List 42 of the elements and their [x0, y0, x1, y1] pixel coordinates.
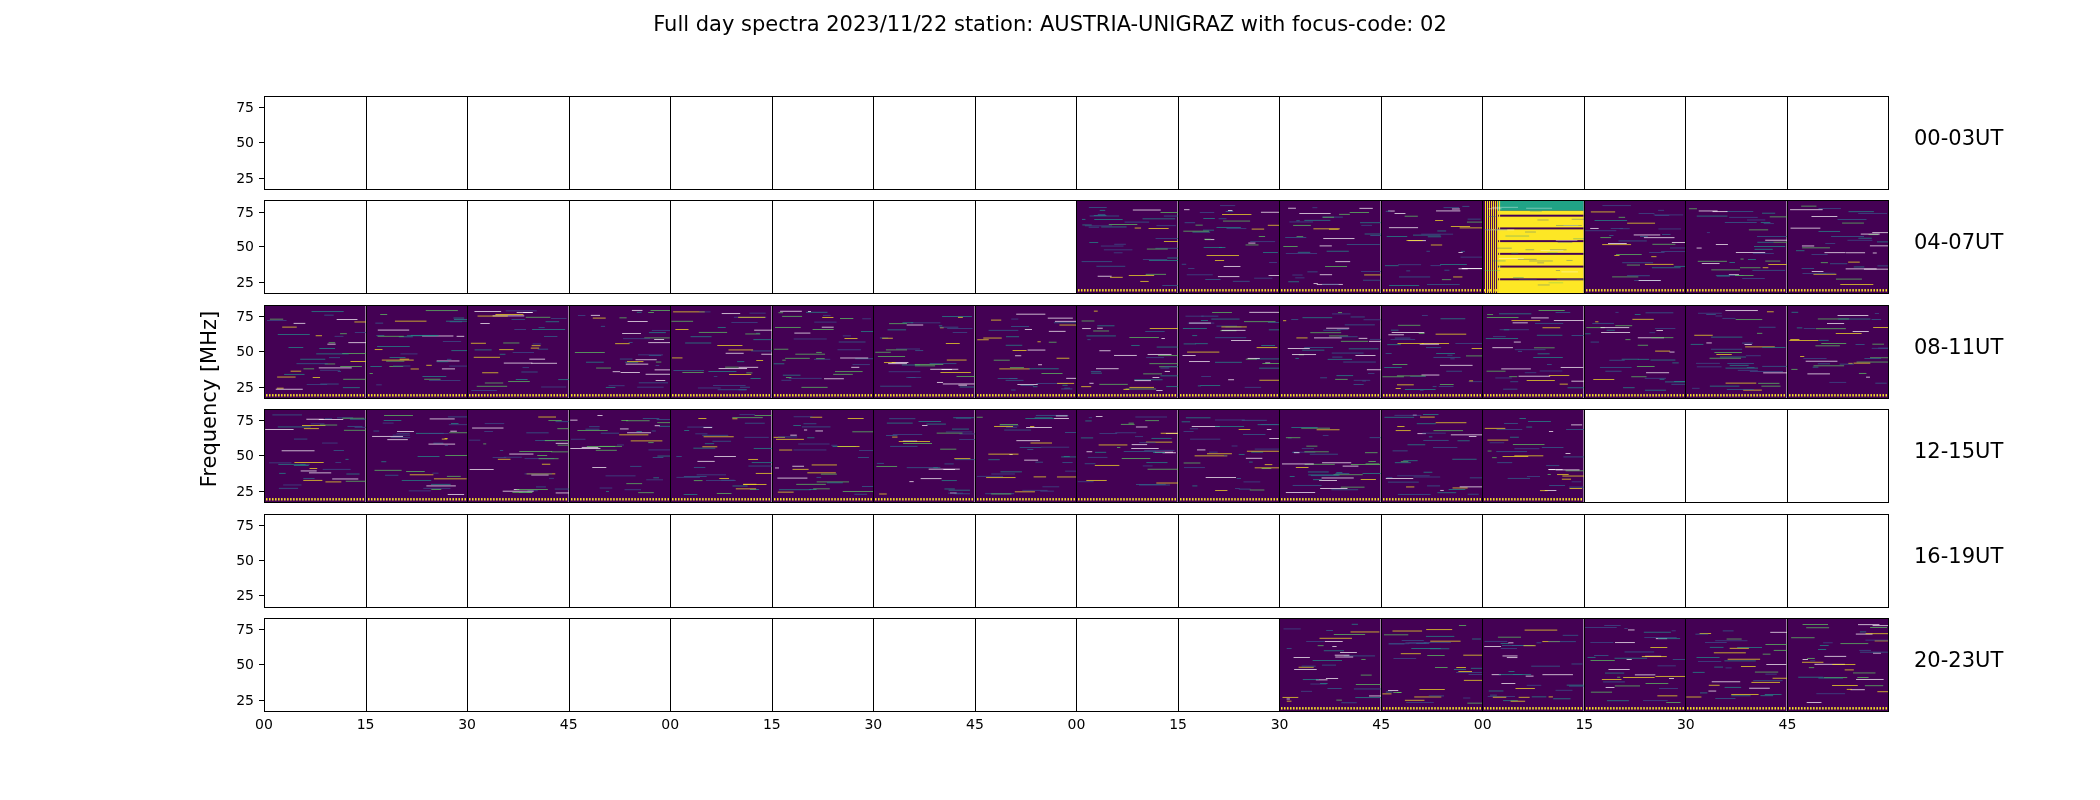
tick-label: 45 — [1778, 715, 1797, 732]
tick-label: 50 — [236, 135, 254, 150]
tick-label: 25 — [236, 483, 254, 498]
tick-label: 45 — [559, 715, 578, 732]
tick-label: 30 — [1270, 715, 1289, 732]
tick-label: 25 — [236, 170, 254, 185]
tick-label: 75 — [236, 517, 254, 532]
tick-label: 00 — [1067, 715, 1086, 732]
tick-label: 75 — [236, 622, 254, 637]
tick-label: 30 — [458, 715, 477, 732]
row-label: 00-03UT — [1914, 126, 2004, 150]
tick-label: 50 — [236, 552, 254, 567]
row-label: 20-23UT — [1914, 647, 2004, 672]
tick-label: 75 — [236, 413, 254, 428]
row-label: 04-07UT — [1914, 230, 2004, 255]
tick-label: 45 — [1372, 715, 1391, 732]
tick-label: 30 — [1676, 715, 1695, 732]
row-label: 08-11UT — [1914, 334, 2004, 359]
tick-label: 50 — [236, 343, 254, 358]
tick-label: 15 — [356, 715, 375, 732]
tick-label: 15 — [762, 715, 781, 732]
row-label: 12-15UT — [1914, 439, 2004, 464]
tick-label: 25 — [236, 588, 254, 603]
tick-label: 50 — [236, 657, 254, 671]
tick-label: 45 — [966, 715, 984, 732]
tick-label: 15 — [1575, 715, 1594, 732]
tick-label: 25 — [236, 275, 254, 290]
tick-label: 00 — [1473, 715, 1492, 732]
axis-label: Frequency [MHz] — [197, 310, 221, 488]
tick-label: 50 — [236, 239, 254, 254]
tick-label: 50 — [236, 448, 254, 463]
tick-label: 15 — [1169, 715, 1187, 732]
tick-label: 75 — [236, 309, 254, 324]
row-label: 16-19UT — [1914, 543, 2004, 568]
chart-title: Full day spectra 2023/11/22 station: AUSTRIA-UNIGRAZ with focus-code: 02 — [653, 12, 1447, 36]
tick-label: 75 — [236, 204, 254, 219]
tick-label: 00 — [661, 715, 680, 732]
tick-label: 30 — [864, 715, 883, 732]
tick-label: 75 — [236, 100, 254, 115]
tick-label: 25 — [236, 692, 254, 707]
tick-label: 00 — [255, 715, 273, 732]
tick-label: 25 — [236, 379, 254, 394]
